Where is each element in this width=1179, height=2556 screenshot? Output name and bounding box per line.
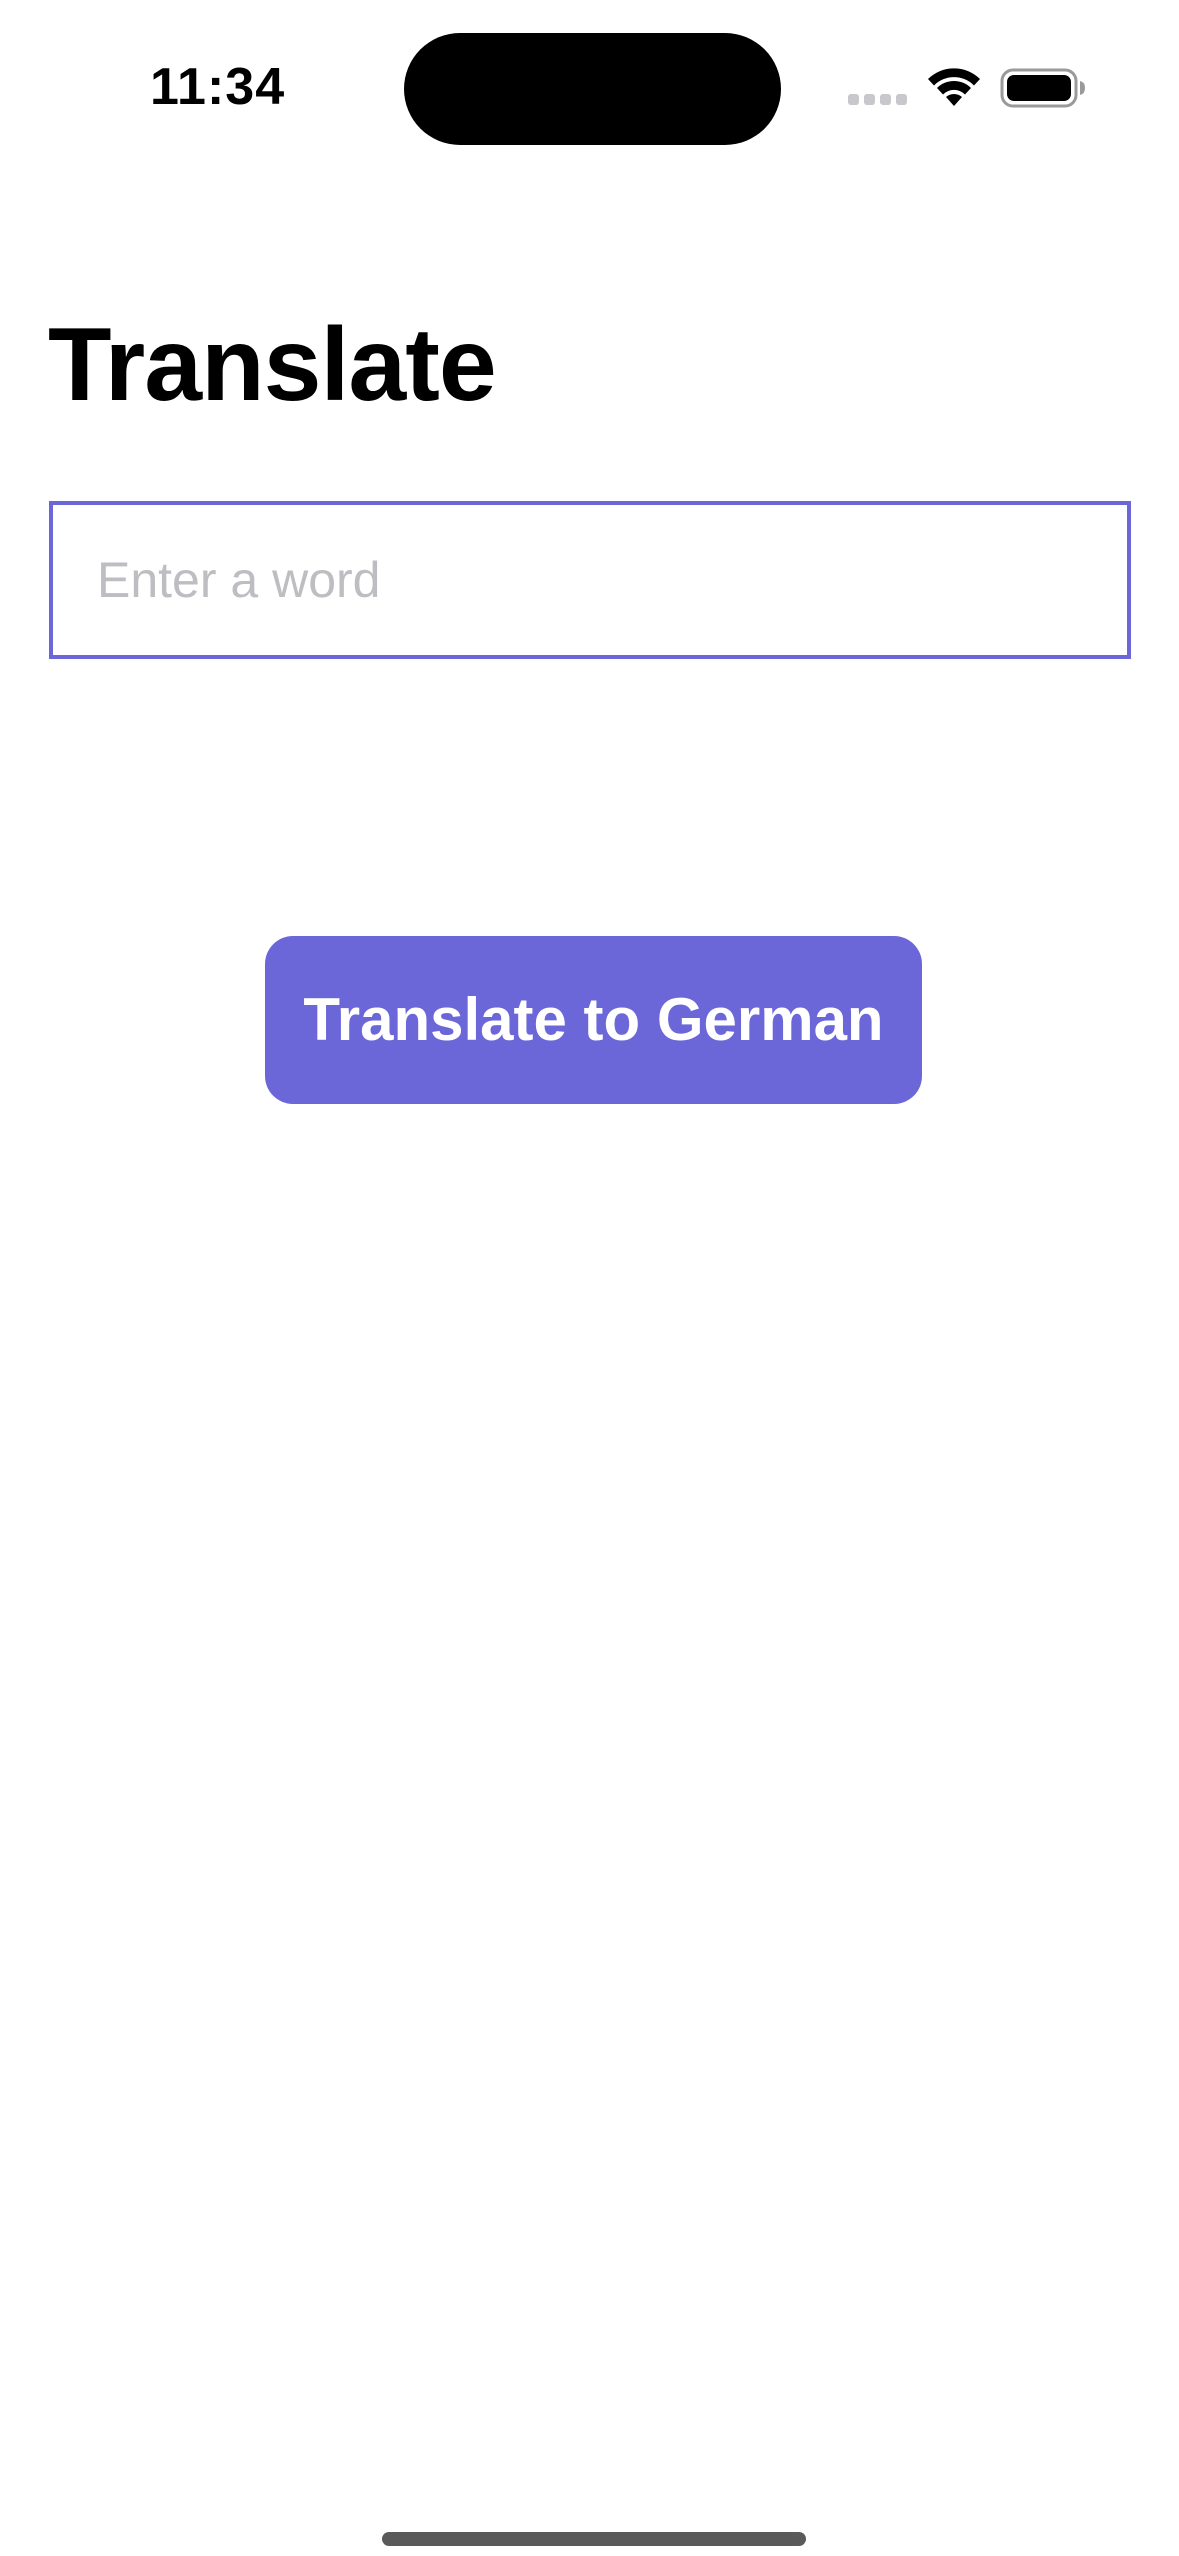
dynamic-island [404,33,781,145]
status-bar: 11:34 [0,0,1179,170]
page-title: Translate [48,307,497,423]
translate-to-german-button[interactable]: Translate to German [265,936,922,1104]
word-input[interactable] [49,501,1131,659]
status-time: 11:34 [150,58,286,116]
cellular-signal-icon [848,94,908,106]
battery-icon [1000,68,1085,108]
wifi-icon [928,68,980,106]
home-indicator[interactable] [382,2532,806,2546]
